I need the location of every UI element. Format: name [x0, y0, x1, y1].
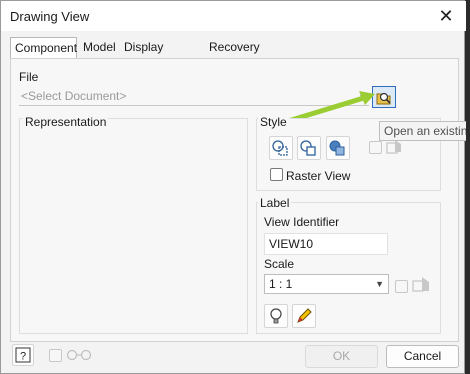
- tab-model-label: Model: [83, 40, 116, 54]
- shaded-button[interactable]: [326, 136, 350, 160]
- scale-value: 1 : 1: [269, 277, 293, 291]
- style-from-base-checkbox[interactable]: [369, 141, 382, 154]
- lightbulb-icon: [270, 308, 282, 324]
- svg-text:?: ?: [20, 351, 26, 363]
- view-identifier-label: View Identifier: [264, 215, 340, 229]
- view-identifier-value: VIEW10: [269, 237, 314, 251]
- scale-from-base-icon: [412, 277, 429, 292]
- scale-select[interactable]: 1 : 1 ▼: [264, 274, 389, 294]
- ok-label: OK: [332, 349, 351, 363]
- tab-component[interactable]: Component: [10, 37, 77, 60]
- raster-view-label: Raster View: [286, 169, 351, 183]
- chevron-down-icon: ▼: [375, 279, 384, 289]
- tab-recovery-options[interactable]: Recovery Options: [205, 37, 305, 74]
- hidden-line-removed-icon: [300, 140, 316, 156]
- drawing-view-dialog: Drawing View ✕ Component Model Display O…: [0, 0, 470, 374]
- toggle-label-visibility-button[interactable]: [264, 304, 288, 328]
- title-bar: Drawing View ✕: [1, 1, 466, 31]
- background-window-edge: [466, 0, 470, 374]
- cancel-button[interactable]: Cancel: [386, 345, 459, 368]
- view-identifier-input[interactable]: VIEW10: [264, 233, 388, 255]
- glasses-icon: [66, 349, 92, 361]
- scale-from-base-checkbox[interactable]: [395, 280, 408, 293]
- pencil-icon: [297, 308, 312, 323]
- scale-label: Scale: [264, 257, 295, 271]
- tab-component-label: Component: [15, 41, 78, 55]
- tab-display-options[interactable]: Display Options: [120, 37, 210, 74]
- tab-model[interactable]: Model: [79, 37, 119, 59]
- representation-label: Representation: [23, 115, 109, 129]
- open-file-tooltip: Open an existing: [379, 121, 470, 141]
- shaded-icon: [329, 140, 345, 156]
- file-label: File: [19, 70, 39, 84]
- hidden-line-button[interactable]: [269, 136, 293, 160]
- representation-group: [19, 118, 248, 334]
- hidden-line-icon: [272, 140, 288, 156]
- dialog-title: Drawing View: [10, 9, 90, 24]
- cancel-label: Cancel: [403, 349, 442, 363]
- help-icon: ?: [15, 347, 31, 363]
- raster-view-checkbox[interactable]: [270, 168, 283, 181]
- edit-view-label-button[interactable]: [292, 304, 316, 328]
- hidden-line-removed-button[interactable]: [297, 136, 321, 160]
- preview-checkbox[interactable]: [49, 349, 62, 362]
- close-icon[interactable]: ✕: [434, 5, 458, 27]
- style-label: Style: [258, 115, 289, 129]
- label-group-title: Label: [258, 196, 292, 210]
- ok-button[interactable]: OK: [305, 345, 378, 368]
- file-placeholder: <Select Document>: [21, 89, 127, 103]
- help-button[interactable]: ?: [12, 344, 34, 366]
